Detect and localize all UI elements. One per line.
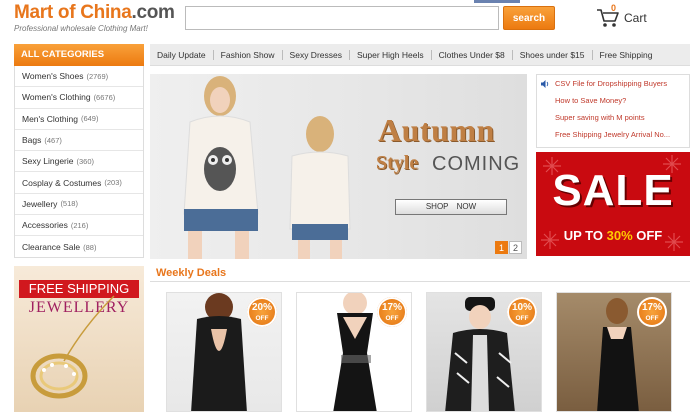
discount-badge: 20% OFF	[247, 297, 277, 327]
discount-badge: 17% OFF	[377, 297, 407, 327]
nav-fashion-show[interactable]: Fashion Show	[214, 49, 283, 60]
news-panel: CSV File for Dropshipping Buyers How to …	[536, 74, 690, 148]
nav-free-shipping[interactable]: Free Shipping	[593, 50, 660, 60]
banner-page-1[interactable]: 1	[495, 241, 508, 254]
nav-daily-update[interactable]: Daily Update	[150, 49, 214, 60]
jewellery-promo[interactable]: FREE SHIPPING JEWELLERY	[14, 266, 144, 412]
all-categories-header[interactable]: ALL CATEGORIES	[14, 44, 144, 66]
banner-page-2[interactable]: 2	[509, 241, 522, 254]
product-card[interactable]: 20% OFF	[166, 292, 282, 412]
shopping-cart-icon: 0	[596, 3, 620, 29]
cart-label: Cart	[624, 11, 647, 25]
cart-count: 0	[611, 3, 617, 13]
logo[interactable]: Mart of China.com Professional wholesale…	[14, 2, 175, 35]
top-strip	[474, 0, 520, 3]
category-clearance-sale[interactable]: Clearance Sale (88)	[15, 236, 143, 257]
banner-subtitle-style: Style	[376, 152, 419, 174]
discount-badge: 17% OFF	[637, 297, 667, 327]
speaker-icon	[541, 80, 549, 88]
news-item[interactable]: How to Save Money?	[537, 92, 689, 109]
weekly-deals-header: Weekly Deals	[150, 264, 690, 282]
banner-subtitle-coming: COMING	[432, 153, 521, 175]
nav-clothes-under-8[interactable]: Clothes Under $8	[432, 49, 513, 60]
sale-word: SALE	[552, 166, 674, 215]
nav-super-high-heels[interactable]: Super High Heels	[350, 49, 432, 60]
category-mens-clothing[interactable]: Men's Clothing (649)	[15, 109, 143, 130]
search-button[interactable]: search	[503, 6, 555, 30]
category-accessories[interactable]: Accessories (216)	[15, 215, 143, 237]
news-item[interactable]: Free Shipping Jewelry Arrival No...	[537, 126, 689, 143]
logo-tagline: Professional wholesale Clothing Mart!	[14, 24, 148, 33]
product-card[interactable]: 17% OFF	[556, 292, 672, 412]
banner-pager: 1 2	[495, 241, 522, 254]
necklace-image	[30, 295, 115, 399]
weekly-deals-title: Weekly Deals	[156, 267, 227, 279]
logo-text: Mart of China.com	[14, 2, 175, 23]
cart-link[interactable]: 0 Cart	[596, 3, 676, 30]
category-bags[interactable]: Bags (467)	[15, 130, 143, 152]
category-cosplay-costumes[interactable]: Cosplay & Costumes (203)	[15, 172, 143, 194]
hero-banner[interactable]: Autumn Style COMING SHOP NOW 1 2	[150, 74, 527, 259]
banner-title: Autumn	[378, 112, 495, 148]
shop-now-button[interactable]: SHOP NOW	[395, 199, 507, 215]
category-womens-clothing[interactable]: Women's Clothing (6676)	[15, 87, 143, 109]
news-item[interactable]: Super saving with M points	[537, 109, 689, 126]
top-navigation: Daily Update Fashion Show Sexy Dresses S…	[150, 44, 690, 66]
category-womens-shoes[interactable]: Women's Shoes (2769)	[15, 66, 143, 88]
banner-model-image	[183, 76, 351, 259]
search-input[interactable]	[185, 6, 499, 30]
sale-banner[interactable]: SALE UP TO 30% OFF	[536, 152, 690, 256]
news-item[interactable]: CSV File for Dropshipping Buyers	[537, 75, 689, 92]
category-list: Women's Shoes (2769) Women's Clothing (667…	[14, 66, 144, 258]
sale-subtitle: UP TO 30% OFF	[563, 228, 663, 243]
category-sexy-lingerie[interactable]: Sexy Lingerie (360)	[15, 151, 143, 173]
category-jewellery[interactable]: Jewellery (518)	[15, 194, 143, 216]
nav-shoes-under-15[interactable]: Shoes under $15	[513, 49, 593, 60]
product-card[interactable]: 10% OFF	[426, 292, 542, 412]
nav-sexy-dresses[interactable]: Sexy Dresses	[283, 49, 350, 60]
discount-badge: 10% OFF	[507, 297, 537, 327]
product-card[interactable]: 17% OFF	[296, 292, 412, 412]
